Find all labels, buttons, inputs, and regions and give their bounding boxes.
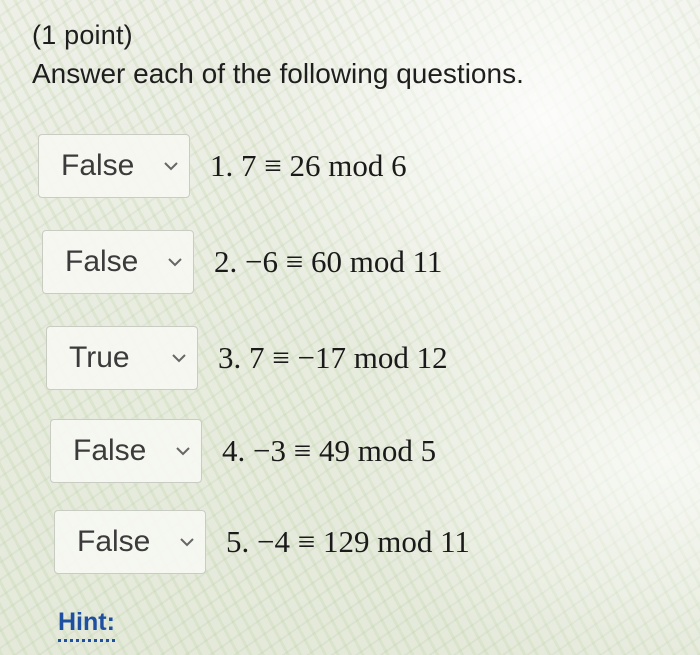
chevron-down-icon bbox=[164, 162, 178, 171]
chevron-down-icon bbox=[180, 538, 194, 547]
instructions: Answer each of the following questions. bbox=[32, 58, 524, 89]
answer-dropdown-value: False bbox=[77, 525, 151, 558]
question-statement-5: 5. −4 ≡ 129 mod 11 bbox=[226, 524, 470, 559]
answer-dropdown-value: False bbox=[73, 434, 147, 467]
question-row-3: True 3. 7 ≡ −17 mod 12 bbox=[46, 326, 448, 390]
answer-dropdown-value: False bbox=[61, 149, 135, 182]
answer-dropdown-4[interactable]: False bbox=[50, 419, 202, 483]
answer-dropdown-value: False bbox=[65, 245, 139, 278]
question-statement-3: 3. 7 ≡ −17 mod 12 bbox=[218, 340, 448, 375]
chevron-down-icon bbox=[168, 258, 182, 267]
question-row-1: False 1. 7 ≡ 26 mod 6 bbox=[38, 134, 407, 198]
question-statement-4: 4. −3 ≡ 49 mod 5 bbox=[222, 433, 437, 468]
answer-dropdown-3[interactable]: True bbox=[46, 326, 198, 390]
answer-dropdown-1[interactable]: False bbox=[38, 134, 190, 198]
answer-dropdown-5[interactable]: False bbox=[54, 510, 206, 574]
hint-link[interactable]: Hint: bbox=[58, 608, 115, 642]
question-row-2: False 2. −6 ≡ 60 mod 11 bbox=[42, 230, 442, 294]
points-label: (1 point) bbox=[32, 20, 133, 50]
question-statement-1: 1. 7 ≡ 26 mod 6 bbox=[210, 148, 407, 183]
question-row-4: False 4. −3 ≡ 49 mod 5 bbox=[50, 419, 436, 483]
question-row-5: False 5. −4 ≡ 129 mod 11 bbox=[54, 510, 470, 574]
answer-dropdown-value: True bbox=[69, 341, 130, 374]
question-statement-2: 2. −6 ≡ 60 mod 11 bbox=[214, 244, 443, 279]
answer-dropdown-2[interactable]: False bbox=[42, 230, 194, 294]
chevron-down-icon bbox=[172, 354, 186, 363]
chevron-down-icon bbox=[176, 447, 190, 456]
